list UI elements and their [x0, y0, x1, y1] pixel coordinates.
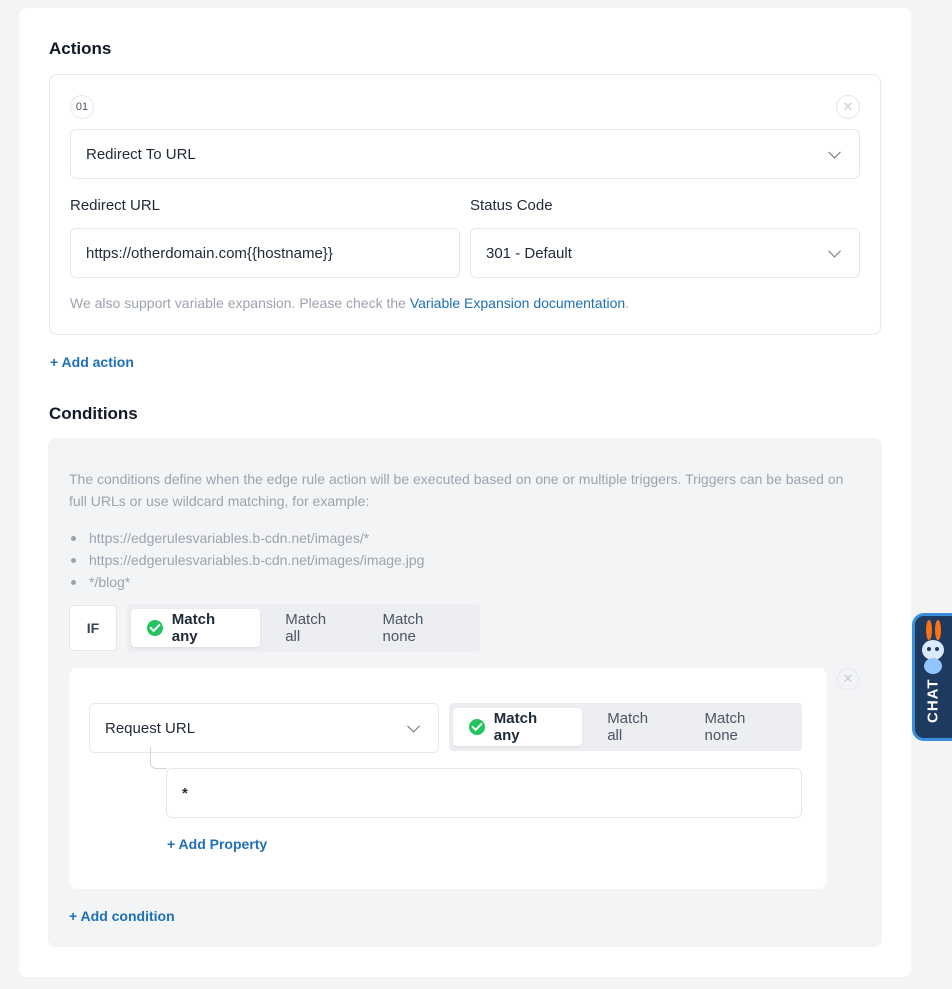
global-match-toggle: Match any Match all Match none [127, 604, 480, 652]
status-code-value: 301 - Default [486, 244, 572, 262]
conditions-panel: The conditions define when the edge rule… [48, 438, 882, 947]
conditions-title: Conditions [49, 404, 138, 423]
chevron-down-icon [407, 719, 420, 733]
status-code-label: Status Code [470, 197, 553, 214]
match-any-label: Match any [171, 611, 216, 645]
match-any-label: Match any [493, 710, 538, 744]
chat-label: CHAT [924, 678, 942, 724]
redirect-url-input[interactable]: https://otherdomain.com{{hostname}} [70, 228, 460, 278]
action-type-value: Redirect To URL [86, 145, 196, 163]
example-item: */blog* [69, 571, 424, 593]
hint-suffix: . [625, 295, 630, 311]
example-item: https://edgerulesvariables.b-cdn.net/ima… [69, 527, 424, 549]
match-none-option[interactable]: Match none [363, 609, 476, 647]
action-item: 01 ✕ Redirect To URL Redirect URL Status… [49, 74, 881, 335]
condition-property-select[interactable]: Request URL [89, 703, 439, 753]
close-icon: ✕ [842, 99, 854, 114]
match-none-option[interactable]: Match none [685, 708, 798, 746]
bunny-mascot-icon [922, 620, 944, 674]
step-number-badge: 01 [70, 95, 94, 119]
examples-list: https://edgerulesvariables.b-cdn.net/ima… [69, 527, 424, 593]
hint-text: We also support variable expansion. Plea… [70, 295, 410, 311]
condition-item: Request URL Match any Match all Match no… [69, 668, 827, 889]
condition-match-toggle: Match any Match all Match none [449, 703, 802, 751]
condition-value: * [182, 784, 188, 802]
check-circle-icon [469, 719, 485, 735]
match-all-option[interactable]: Match all [582, 708, 684, 746]
status-code-select[interactable]: 301 - Default [470, 228, 860, 278]
actions-title: Actions [49, 39, 112, 58]
conditions-description: The conditions define when the edge rule… [69, 471, 844, 509]
match-any-option[interactable]: Match any [453, 708, 583, 746]
redirect-url-label: Redirect URL [70, 197, 161, 214]
check-circle-icon [147, 620, 163, 636]
condition-value-input[interactable]: * [166, 768, 802, 818]
match-all-option[interactable]: Match all [260, 609, 362, 647]
redirect-url-value: https://otherdomain.com{{hostname}} [86, 244, 333, 262]
if-label: IF [69, 605, 117, 651]
variable-expansion-hint: We also support variable expansion. Plea… [70, 295, 629, 311]
close-icon: ✕ [842, 671, 854, 686]
tree-connector [150, 747, 167, 769]
chevron-down-icon [828, 145, 841, 159]
chat-widget-button[interactable]: CHAT [912, 613, 952, 741]
example-item: https://edgerulesvariables.b-cdn.net/ima… [69, 549, 424, 571]
add-condition-link[interactable]: + Add condition [69, 908, 175, 924]
remove-condition-button[interactable]: ✕ [837, 668, 859, 690]
match-any-option[interactable]: Match any [131, 609, 261, 647]
variable-expansion-doc-link[interactable]: Variable Expansion documentation [410, 295, 625, 311]
chevron-down-icon [828, 244, 841, 258]
add-action-link[interactable]: + Add action [50, 354, 134, 370]
remove-action-button[interactable]: ✕ [836, 95, 860, 119]
action-type-select[interactable]: Redirect To URL [70, 129, 860, 179]
condition-property-value: Request URL [105, 719, 196, 737]
add-property-link[interactable]: + Add Property [167, 836, 267, 852]
